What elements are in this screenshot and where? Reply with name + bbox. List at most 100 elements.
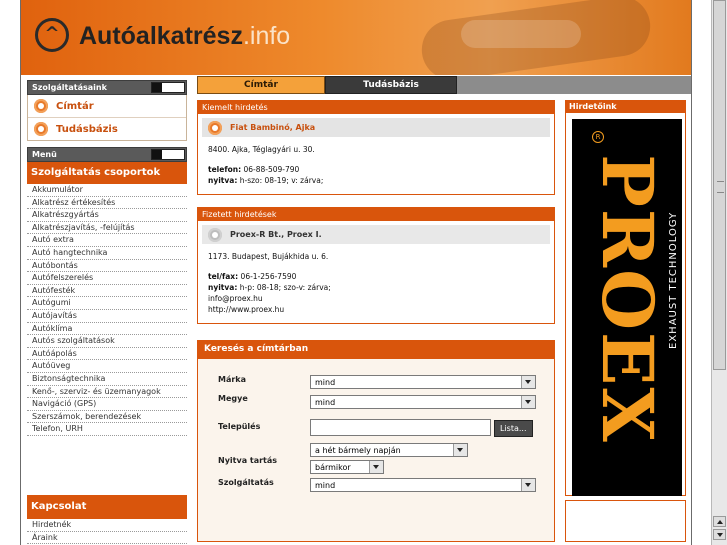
contact-title: Kapcsolat xyxy=(27,495,187,519)
make-row: Márka mind xyxy=(198,373,554,394)
directory-search-panel: Keresés a címtárban Márka mind Megye min… xyxy=(197,340,555,542)
services-item-label: Tudásbázis xyxy=(56,123,118,135)
chevron-down-icon xyxy=(521,376,535,388)
gear-icon xyxy=(34,122,48,136)
collapse-toggle[interactable] xyxy=(151,82,185,93)
paid-ad-phone: 06-1-256-7590 xyxy=(240,272,297,281)
category-list: Akkumulátor Alkatrész értékesítés Alkatr… xyxy=(27,184,187,436)
featured-ad-hours: h-szo: 08-19; v: zárva; xyxy=(239,176,324,185)
contact-list: Hirdetnék Áraink xyxy=(27,519,187,545)
featured-ad-name[interactable]: Fiat Bambinó, Ajka xyxy=(230,123,315,132)
paid-ad-hours-row: nyitva: h-p: 08-18; szo-v: zárva; xyxy=(208,283,331,292)
proex-banner[interactable]: R PROEX EXHAUST TECHNOLOGY xyxy=(572,119,682,496)
brand-tld: .info xyxy=(242,22,291,50)
menu-box-header: Menü xyxy=(27,147,187,162)
services-item-tudasbazis[interactable]: Tudásbázis xyxy=(28,118,186,140)
paid-ad-hours: h-p: 08-18; szo-v: zárva; xyxy=(239,283,331,292)
paid-ad-website[interactable]: http://www.proex.hu xyxy=(208,304,544,315)
scroll-up-button[interactable] xyxy=(713,516,726,527)
category-link[interactable]: Autó hangtechnika xyxy=(27,247,187,260)
vertical-scrollbar[interactable] xyxy=(711,0,727,545)
make-label: Márka xyxy=(218,375,247,384)
paid-ad-title-bar[interactable]: Proex-R Bt., Proex I. xyxy=(202,225,550,244)
category-link[interactable]: Autófesték xyxy=(27,285,187,298)
category-link[interactable]: Autójavítás xyxy=(27,310,187,323)
collapse-toggle[interactable] xyxy=(151,149,185,160)
logo-icon[interactable]: ^ xyxy=(35,18,69,52)
open-day-select[interactable]: a hét bármely napján xyxy=(310,443,468,457)
category-link[interactable]: Telefon, URH xyxy=(27,423,187,436)
services-item-label: Címtár xyxy=(56,100,94,112)
featured-ad-hours-row: nyitva: h-szo: 08-19; v: zárva; xyxy=(208,176,324,185)
category-link[interactable]: Biztonságtechnika xyxy=(27,373,187,386)
make-select[interactable]: mind xyxy=(310,375,536,389)
scroll-down-button[interactable] xyxy=(713,529,726,540)
paid-ad-phone-row: tel/fax: 06-1-256-7590 xyxy=(208,272,297,281)
city-label: Település xyxy=(218,422,261,431)
featured-ad-panel: Kiemelt hirdetés Fiat Bambinó, Ajka 8400… xyxy=(197,100,555,195)
banner-tagline: EXHAUST TECHNOLOGY xyxy=(668,211,679,349)
featured-ad-phone-row: telefon: 06-88-509-790 xyxy=(208,165,300,174)
category-link[interactable]: Akkumulátor xyxy=(27,184,187,197)
featured-ad-body: 8400. Ajka, Téglagyári u. 30. telefon: 0… xyxy=(198,137,554,194)
category-link[interactable]: Kenő-, szerviz- és üzemanyagok xyxy=(27,386,187,399)
page-frame: ^ Autóalkatrész.info Szolgáltatásaink Cí… xyxy=(20,0,692,545)
gear-icon xyxy=(208,120,222,135)
county-row: Megye mind xyxy=(198,394,554,415)
category-link[interactable]: Autóklíma xyxy=(27,323,187,336)
category-link[interactable]: Navigáció (GPS) xyxy=(27,398,187,411)
chevron-down-icon xyxy=(521,396,535,408)
services-title: Szolgáltatásaink xyxy=(32,83,107,92)
category-link[interactable]: Autó extra xyxy=(27,234,187,247)
category-group-title: Szolgáltatás csoportok xyxy=(27,162,187,184)
city-input[interactable] xyxy=(310,419,491,436)
county-label: Megye xyxy=(218,394,248,403)
service-select[interactable]: mind xyxy=(310,478,536,492)
advertisers-title: Hirdetőink xyxy=(565,100,686,113)
tab-tudasbazis[interactable]: Tudásbázis xyxy=(325,76,457,94)
chevron-down-icon xyxy=(521,479,535,491)
featured-ad-address: 8400. Ajka, Téglagyári u. 30. xyxy=(208,145,315,154)
category-link[interactable]: Alkatrész értékesítés xyxy=(27,197,187,210)
city-row: Település Lista... xyxy=(198,415,554,440)
category-link[interactable]: Alkatrészjavítás, -felújítás xyxy=(27,222,187,235)
gear-icon xyxy=(34,99,48,113)
category-link[interactable]: Autós szolgáltatások xyxy=(27,335,187,348)
category-link[interactable]: Szerszámok, berendezések xyxy=(27,411,187,424)
category-link[interactable]: Autóápolás xyxy=(27,348,187,361)
county-select[interactable]: mind xyxy=(310,395,536,409)
main-tabs: Címtár Tudásbázis xyxy=(197,76,691,94)
chevron-down-icon xyxy=(369,461,383,473)
paid-ad-address: 1173. Budapest, Bujákhida u. 6. xyxy=(208,252,329,261)
category-link[interactable]: Autóbontás xyxy=(27,260,187,273)
scrollbar-thumb[interactable] xyxy=(713,0,726,370)
services-item-cimtar[interactable]: Címtár xyxy=(28,95,186,118)
paid-ad-name[interactable]: Proex-R Bt., Proex I. xyxy=(230,230,322,239)
paid-ad-panel: Fizetett hirdetések Proex-R Bt., Proex I… xyxy=(197,207,555,324)
paid-ad-header: Fizetett hirdetések xyxy=(198,208,554,221)
left-column: Szolgáltatásaink Címtár Tudásbázis Menü … xyxy=(27,80,187,436)
open-time-select[interactable]: bármikor xyxy=(310,460,384,474)
chevron-down-icon xyxy=(453,444,467,456)
tab-cimtar[interactable]: Címtár xyxy=(197,76,325,94)
site-logo[interactable]: Autóalkatrész.info xyxy=(79,22,290,51)
category-link[interactable]: Autóüveg xyxy=(27,360,187,373)
center-column: Kiemelt hirdetés Fiat Bambinó, Ajka 8400… xyxy=(197,100,555,542)
category-link[interactable]: Alkatrészgyártás xyxy=(27,209,187,222)
category-link[interactable]: Autófelszerelés xyxy=(27,272,187,285)
right-column: Hirdetőink R PROEX EXHAUST TECHNOLOGY xyxy=(565,100,686,542)
list-button[interactable]: Lista... xyxy=(494,420,533,437)
menu-box: Menü Szolgáltatás csoportok Akkumulátor … xyxy=(27,147,187,436)
open-hours-row: Nyitva tartás a hét bármely napján bármi… xyxy=(198,440,554,478)
contact-link[interactable]: Hirdetnék xyxy=(27,519,187,532)
grip-icon xyxy=(717,181,724,193)
contact-link[interactable]: Áraink xyxy=(27,532,187,545)
featured-ad-header: Kiemelt hirdetés xyxy=(198,101,554,114)
category-link[interactable]: Autógumi xyxy=(27,297,187,310)
menu-title: Menü xyxy=(32,150,57,159)
service-row: Szolgáltatás mind xyxy=(198,478,554,499)
header-decoration-highlight xyxy=(461,20,581,48)
featured-ad-title-bar[interactable]: Fiat Bambinó, Ajka xyxy=(202,118,550,137)
services-box-header: Szolgáltatásaink xyxy=(27,80,187,95)
paid-ad-email[interactable]: info@proex.hu xyxy=(208,293,544,304)
